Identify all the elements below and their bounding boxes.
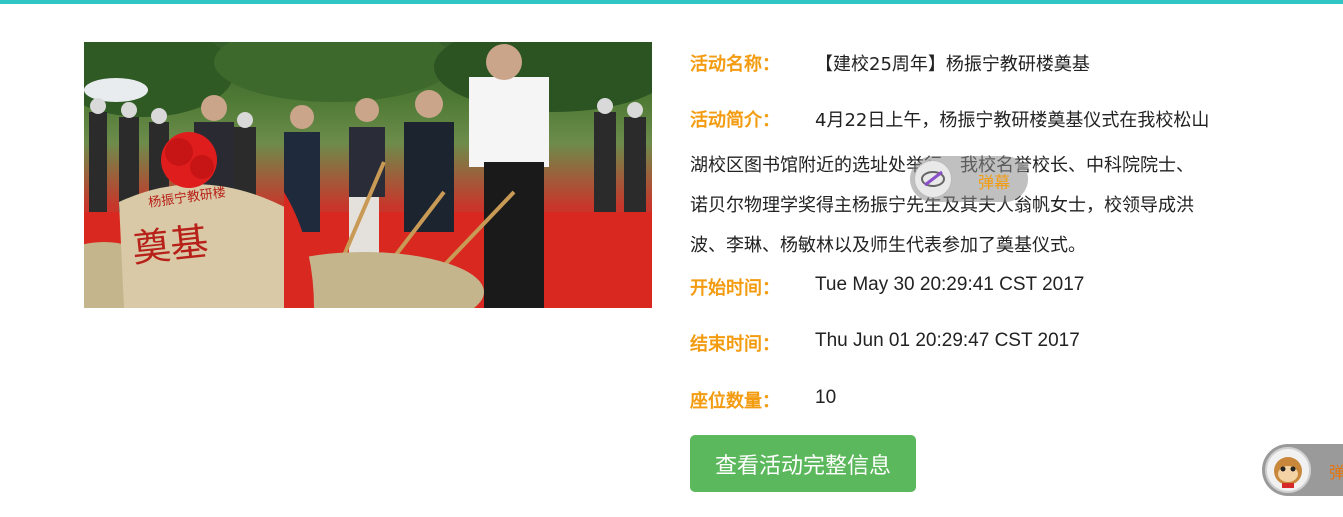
danmu-float-toggle[interactable]: 弹幕: [910, 156, 1028, 202]
end-time-value: Thu Jun 01 20:29:47 CST 2017: [815, 330, 1080, 351]
start-time-value: Tue May 30 20:29:41 CST 2017: [815, 274, 1085, 295]
activity-name-value: 【建校25周年】杨振宁教研楼奠基: [815, 54, 1090, 75]
danmu-icon: [914, 160, 952, 198]
seat-count-label: 座位数量：: [690, 391, 780, 412]
danmu-corner-label: 弹: [1329, 463, 1343, 482]
activity-name-label: 活动名称：: [690, 54, 780, 75]
activity-intro-line-4: 波、李琳、杨敏林以及师生代表参加了奠基仪式。: [690, 235, 1086, 256]
activity-intro-line-1: 4月22日上午，杨振宁教研楼奠基仪式在我校松山: [815, 110, 1210, 131]
danmu-corner-widget[interactable]: 弹: [1262, 444, 1343, 496]
end-time-label: 结束时间：: [690, 334, 780, 355]
start-time-label: 开始时间：: [690, 278, 780, 299]
monkey-avatar-icon: [1265, 447, 1311, 493]
stone-big-inscription: 奠基: [130, 219, 210, 271]
event-photo: 杨振宁教研楼 奠基: [84, 42, 652, 308]
danmu-float-label: 弹幕: [978, 173, 1011, 192]
view-full-details-button[interactable]: 查看活动完整信息: [690, 435, 916, 492]
top-accent-bar: [0, 0, 1343, 4]
seat-count-value: 10: [815, 387, 837, 408]
activity-intro-label: 活动简介：: [690, 110, 780, 131]
